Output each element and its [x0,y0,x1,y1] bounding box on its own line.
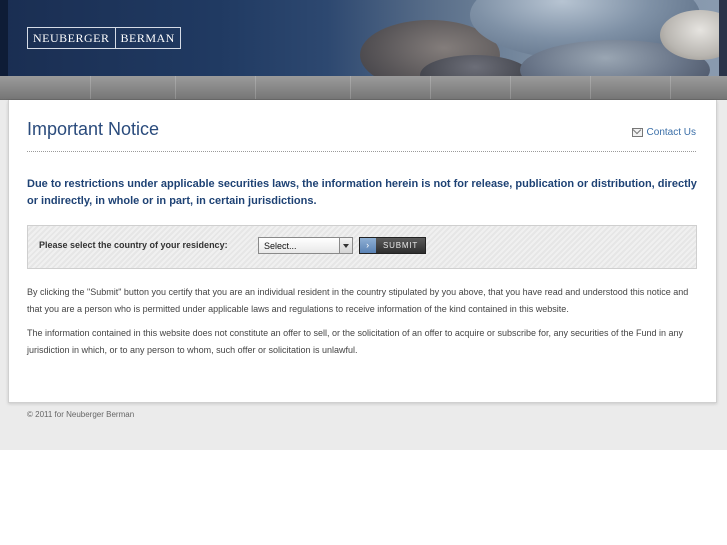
restriction-notice: Due to restrictions under applicable sec… [27,178,697,207]
nav-band [0,76,727,100]
chevron-right-icon: › [360,238,376,253]
residency-label: Please select the country of your reside… [39,240,228,250]
banner-edge-right [719,0,727,76]
logo-word-right: BERMAN [120,31,175,45]
country-select-value: Select... [264,241,297,251]
contact-us-label: Contact Us [646,127,696,138]
page-title: Important Notice [27,119,160,139]
certification-paragraph: By clicking the "Submit" button you cert… [27,287,689,314]
contact-us-link[interactable]: Contact Us [631,127,696,138]
submit-button[interactable]: › SUBMIT [359,237,426,254]
chevron-down-icon [339,238,352,253]
logo-word-left: NEUBERGER [33,31,110,45]
country-select[interactable]: Select... [258,237,353,254]
brand-logo[interactable]: NEUBERGER BERMAN [27,27,181,49]
submit-label: SUBMIT [383,241,419,250]
footer-copyright: © 2011 for Neuberger Berman [27,410,135,419]
mail-icon [631,128,643,137]
banner-edge-left [0,0,8,76]
residency-panel: Please select the country of your reside… [27,225,697,269]
disclaimer-paragraph: The information contained in this websit… [27,328,684,355]
header-banner: NEUBERGER BERMAN [0,0,727,76]
title-divider [27,151,696,152]
